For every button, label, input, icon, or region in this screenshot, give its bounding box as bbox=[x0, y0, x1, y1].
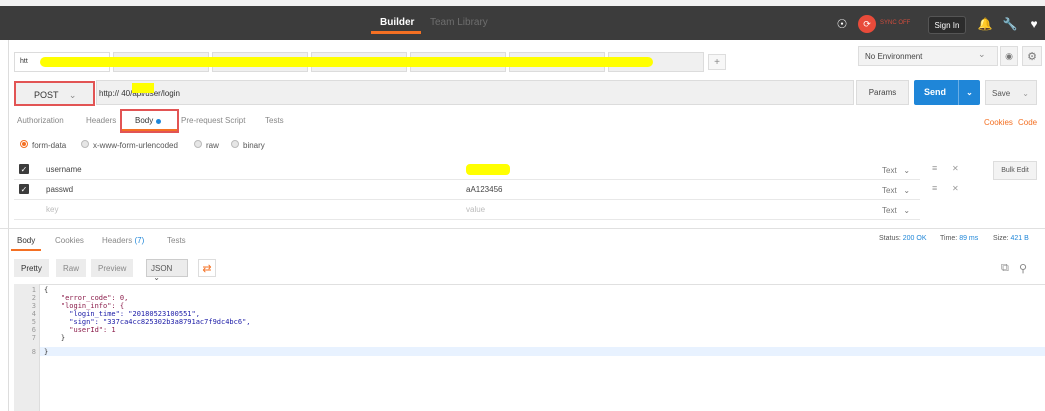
copy-icon[interactable]: ⧉ bbox=[1001, 262, 1009, 275]
chevron-down-icon: ⌄ bbox=[68, 90, 77, 100]
time-readout: Time: 89 ms bbox=[940, 235, 979, 242]
builder-tab-underline bbox=[371, 31, 421, 34]
params-button[interactable]: Params bbox=[856, 80, 909, 105]
param-value-placeholder[interactable]: value bbox=[466, 205, 485, 214]
radio-form-data[interactable] bbox=[20, 140, 28, 148]
code-link[interactable]: Code bbox=[1018, 118, 1037, 127]
param-type-select[interactable]: Text ⌄ bbox=[882, 166, 910, 175]
form-row: key value Text ⌄ bbox=[14, 200, 920, 220]
sync-status-label: SYNC OFF bbox=[880, 20, 911, 26]
radio-label: raw bbox=[206, 141, 219, 150]
response-tab-headers[interactable]: Headers (7) bbox=[102, 236, 144, 245]
chevron-down-icon: ⌄ bbox=[1022, 89, 1029, 98]
chevron-down-icon: ⌄ bbox=[978, 49, 986, 59]
line-number: 6 bbox=[31, 326, 36, 334]
divider bbox=[0, 228, 1045, 229]
tab-pre-request-script[interactable]: Pre-request Script bbox=[181, 116, 245, 125]
radio-label: binary bbox=[243, 141, 265, 150]
search-icon[interactable]: ⚲ bbox=[1019, 262, 1027, 275]
param-value[interactable]: aA123456 bbox=[466, 185, 502, 194]
response-tab-tests[interactable]: Tests bbox=[167, 236, 186, 245]
radio-urlencoded[interactable] bbox=[81, 140, 89, 148]
radio-raw[interactable] bbox=[194, 140, 202, 148]
size-readout: Size: 421 B bbox=[993, 235, 1029, 242]
response-tab-underline bbox=[11, 249, 41, 251]
line-number: 7 bbox=[31, 334, 36, 342]
url-input[interactable]: http:// 40/api/user/login bbox=[96, 80, 854, 105]
body-tab-underline bbox=[122, 129, 177, 131]
code-line: } bbox=[44, 348, 49, 356]
view-preview-button[interactable]: Preview bbox=[91, 259, 134, 277]
add-tab-button[interactable]: + bbox=[708, 54, 726, 70]
bulk-edit-button[interactable]: Bulk Edit bbox=[993, 161, 1037, 180]
code-line: "error_code": 0, bbox=[44, 294, 129, 302]
line-number: 5 bbox=[31, 318, 36, 326]
line-number: 2 bbox=[31, 294, 36, 302]
radio-label: x-www-form-urlencoded bbox=[93, 141, 178, 150]
param-key[interactable]: passwd bbox=[46, 185, 73, 194]
line-number: 1 bbox=[31, 286, 36, 294]
tab-headers[interactable]: Headers bbox=[86, 116, 116, 125]
format-select[interactable]: JSON ⌄ bbox=[146, 259, 188, 282]
modified-dot-icon bbox=[156, 119, 161, 124]
satellite-icon[interactable]: ☉ bbox=[832, 14, 852, 34]
param-key-placeholder[interactable]: key bbox=[46, 205, 58, 214]
view-raw-button[interactable]: Raw bbox=[56, 259, 87, 277]
menu-icon[interactable]: ≡ bbox=[932, 163, 937, 173]
radio-binary[interactable] bbox=[231, 140, 239, 148]
environment-select[interactable]: No Environment bbox=[858, 46, 998, 66]
response-tab-body[interactable]: Body bbox=[17, 236, 35, 245]
radio-label: form-data bbox=[32, 141, 67, 150]
response-tab-cookies[interactable]: Cookies bbox=[55, 236, 84, 245]
redaction-highlight bbox=[40, 57, 653, 67]
close-icon[interactable]: ✕ bbox=[952, 164, 959, 173]
method-select[interactable]: POST ⌄ bbox=[14, 81, 95, 106]
view-pretty-button[interactable]: Pretty bbox=[14, 259, 49, 277]
tab-authorization[interactable]: Authorization bbox=[17, 116, 64, 125]
tab-body[interactable]: Body bbox=[135, 116, 153, 125]
line-number: 4 bbox=[31, 310, 36, 318]
tab-builder[interactable]: Builder bbox=[380, 17, 414, 28]
send-button[interactable]: Send ⌄ bbox=[914, 80, 980, 105]
param-type-select[interactable]: Text ⌄ bbox=[882, 186, 910, 195]
code-line: "userId": 1 bbox=[44, 326, 116, 334]
code-line: "sign": "337ca4cc825302b3a8791ac7f9dc4bc… bbox=[44, 318, 251, 326]
sign-in-button[interactable]: Sign In bbox=[928, 16, 966, 34]
code-line: "login_time": "20180523100551", bbox=[44, 310, 200, 318]
tab-team-library[interactable]: Team Library bbox=[430, 17, 488, 28]
redaction-highlight bbox=[132, 83, 154, 93]
param-key[interactable]: username bbox=[46, 165, 82, 174]
active-line bbox=[40, 347, 1045, 356]
wrap-lines-icon[interactable]: ⇄ bbox=[198, 259, 216, 277]
status-readout: Status: 200 OK bbox=[879, 235, 927, 242]
code-line: } bbox=[44, 334, 66, 342]
close-icon[interactable]: ✕ bbox=[952, 184, 959, 193]
redaction-highlight bbox=[466, 164, 510, 175]
form-row: ✓ passwd aA123456 Text ⌄ ≡ ✕ bbox=[14, 180, 959, 200]
eye-icon[interactable]: ◉ bbox=[1000, 46, 1018, 66]
method-label: POST bbox=[34, 90, 59, 100]
gear-icon[interactable]: ⚙ bbox=[1022, 46, 1042, 66]
code-line: "login_info": { bbox=[44, 302, 125, 310]
top-bar: Builder Team Library ☉ ⟳ SYNC OFF Sign I… bbox=[0, 0, 1045, 40]
wrench-icon[interactable]: 🔧 bbox=[1000, 14, 1020, 34]
param-type-select[interactable]: Text ⌄ bbox=[882, 206, 910, 215]
heart-icon[interactable]: ♥ bbox=[1024, 14, 1044, 34]
code-line: { bbox=[44, 286, 49, 294]
bell-icon[interactable]: 🔔 bbox=[975, 14, 995, 34]
menu-icon[interactable]: ≡ bbox=[932, 183, 937, 193]
cookies-link[interactable]: Cookies bbox=[984, 118, 1013, 127]
sync-icon[interactable]: ⟳ bbox=[858, 15, 876, 33]
line-number: 8 bbox=[31, 348, 36, 356]
checkbox[interactable]: ✓ bbox=[19, 184, 29, 194]
save-button[interactable]: Save ⌄ bbox=[985, 80, 1037, 105]
left-edge bbox=[0, 40, 9, 411]
chevron-down-icon[interactable]: ⌄ bbox=[958, 80, 980, 105]
checkbox[interactable]: ✓ bbox=[19, 164, 29, 174]
line-number: 3 bbox=[31, 302, 36, 310]
tab-tests[interactable]: Tests bbox=[265, 116, 284, 125]
